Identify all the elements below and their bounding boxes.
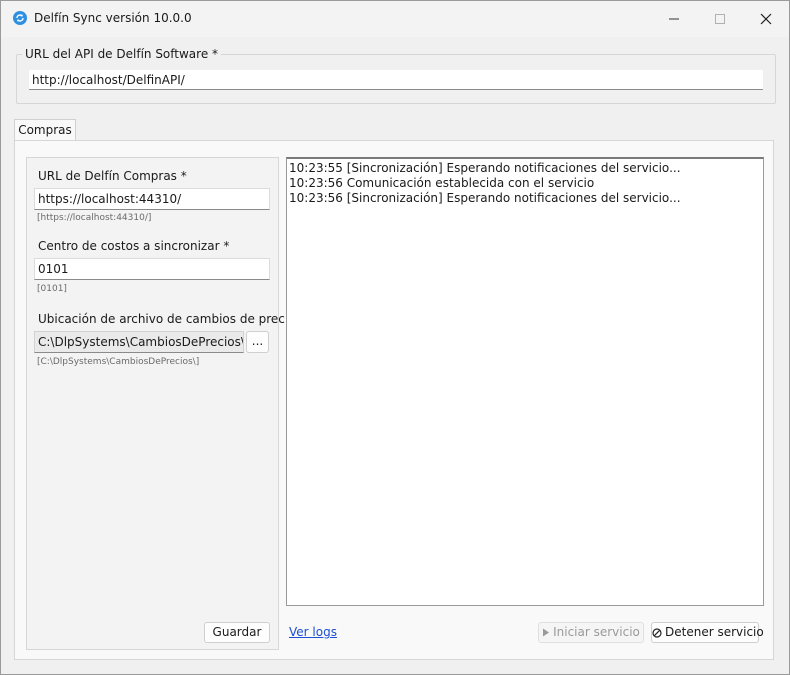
log-line: 10:23:55 [Sincronización] Esperando noti… bbox=[289, 161, 681, 175]
api-url-legend: URL del API de Delfín Software * bbox=[22, 47, 222, 61]
settings-panel bbox=[26, 157, 279, 650]
cost-center-input[interactable]: 0101 bbox=[34, 258, 270, 280]
stop-icon bbox=[652, 627, 662, 638]
title-bar[interactable]: Delfín Sync versión 10.0.0 bbox=[1, 1, 789, 37]
compras-url-input[interactable]: https://localhost:44310/ bbox=[34, 188, 270, 210]
save-button[interactable]: Guardar bbox=[204, 622, 270, 643]
cost-center-label: Centro de costos a sincronizar * bbox=[38, 239, 230, 253]
view-logs-link[interactable]: Ver logs bbox=[289, 625, 337, 639]
compras-url-hint: [https://localhost:44310/] bbox=[37, 213, 152, 223]
window-title: Delfín Sync versión 10.0.0 bbox=[34, 11, 192, 25]
cost-center-hint: [0101] bbox=[37, 284, 67, 294]
stop-service-label: Detener servicio bbox=[665, 625, 764, 639]
play-icon bbox=[543, 628, 550, 637]
price-file-label: Ubicación de archivo de cambios de preci… bbox=[38, 312, 306, 326]
close-icon bbox=[760, 13, 772, 25]
minimize-button[interactable] bbox=[651, 1, 697, 37]
log-line: 10:23:56 [Sincronización] Esperando noti… bbox=[289, 191, 681, 205]
api-url-input[interactable] bbox=[29, 70, 763, 90]
tab-compras[interactable]: Compras bbox=[14, 119, 76, 141]
log-output[interactable]: 10:23:55 [Sincronización] Esperando noti… bbox=[286, 157, 764, 606]
close-button[interactable] bbox=[743, 1, 789, 37]
price-file-input[interactable]: C:\DlpSystems\CambiosDePrecios\ bbox=[34, 331, 244, 353]
maximize-button[interactable] bbox=[697, 1, 743, 37]
log-line: 10:23:56 Comunicación establecida con el… bbox=[289, 176, 595, 190]
sync-app-icon bbox=[13, 11, 27, 25]
start-service-label: Iniciar servicio bbox=[553, 625, 640, 639]
compras-url-label: URL de Delfín Compras * bbox=[38, 169, 187, 183]
maximize-icon bbox=[715, 14, 725, 24]
minimize-icon bbox=[669, 18, 679, 20]
price-file-hint: [C:\DlpSystems\CambiosDePrecios\] bbox=[37, 357, 200, 367]
app-window: Delfín Sync versión 10.0.0 URL del API d… bbox=[0, 0, 790, 675]
browse-button[interactable]: ... bbox=[246, 331, 269, 353]
start-service-button[interactable]: Iniciar servicio bbox=[538, 622, 644, 643]
stop-service-button[interactable]: Detener servicio bbox=[651, 622, 764, 643]
